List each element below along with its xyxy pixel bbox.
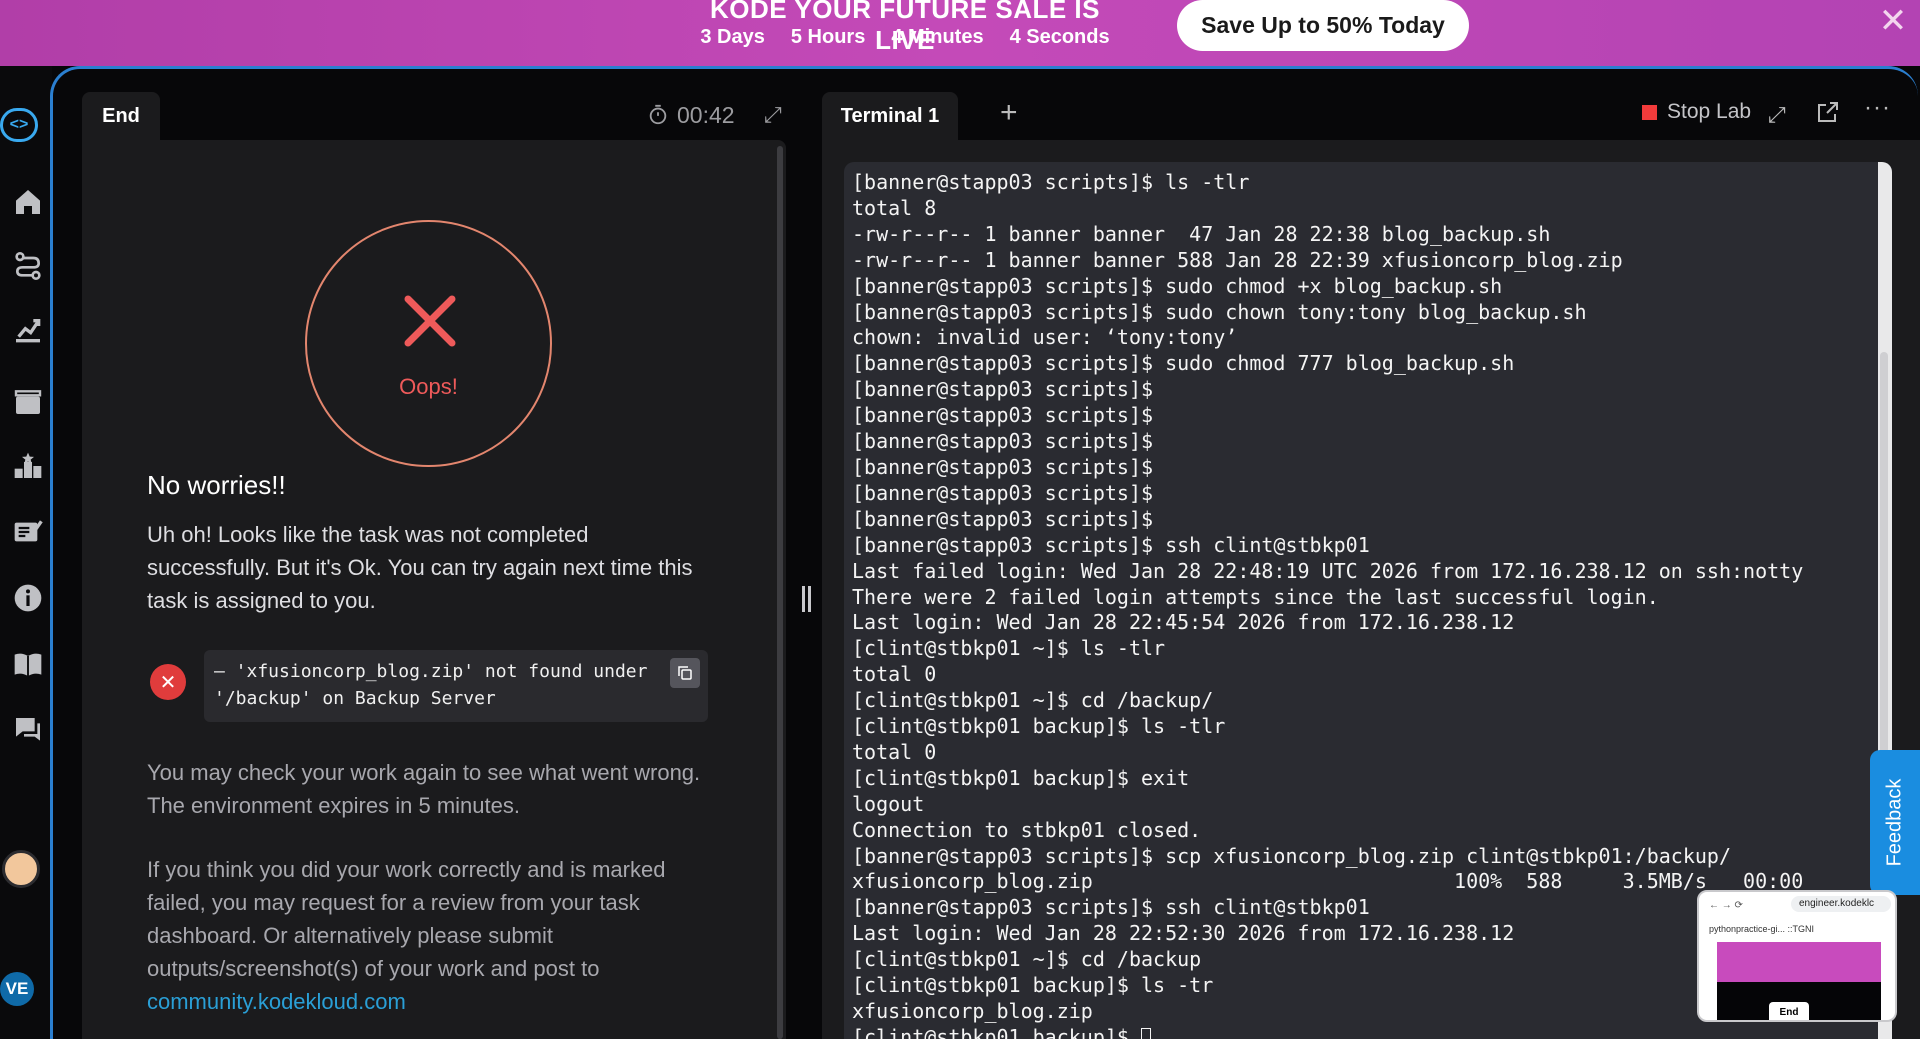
terminal-line: [banner@stapp03 scripts]$ sudo chown ton… — [852, 299, 1587, 324]
countdown-days: 3 Days — [700, 26, 765, 48]
book-icon[interactable] — [10, 646, 46, 682]
terminal-line: xfusioncorp_blog.zip — [852, 999, 1093, 1023]
tab-end[interactable]: End — [82, 92, 160, 140]
error-message-box: – 'xfusioncorp_blog.zip' not found under… — [204, 650, 708, 722]
copy-icon[interactable] — [670, 658, 700, 688]
feedback-button[interactable]: Feedback — [1870, 750, 1920, 895]
close-icon[interactable]: ✕ — [1876, 4, 1910, 38]
terminal-line: Last failed login: Wed Jan 28 22:48:19 U… — [852, 558, 1804, 583]
stop-lab-label: Stop Lab — [1667, 100, 1752, 123]
terminal-line: [clint@stbkp01 backup]$ exit — [852, 765, 1190, 790]
terminal-line: [banner@stapp03 scripts]$ — [852, 506, 1154, 531]
terminal-line: [clint@stbkp01 backup]$ — [852, 1025, 1803, 1039]
review-text: If you think you did your work correctly… — [147, 853, 707, 1018]
fail-x-icon — [404, 295, 456, 347]
terminal-line: [banner@stapp03 scripts]$ sudo chmod +x … — [852, 273, 1503, 298]
notes-icon[interactable] — [10, 514, 46, 550]
stopwatch-icon — [649, 104, 667, 125]
leaderboard-icon[interactable] — [10, 448, 46, 484]
left-scrollbar[interactable] — [777, 146, 783, 1039]
check-again-text: You may check your work again to see wha… — [147, 760, 701, 818]
timer: 00:42 — [647, 100, 735, 130]
terminal-line: [banner@stapp03 scripts]$ — [852, 480, 1154, 505]
error-item: ✕ – 'xfusioncorp_blog.zip' not found und… — [150, 650, 710, 722]
terminal-line: xfusioncorp_blog.zip 100% 588 3.5MB/s 00… — [852, 869, 1804, 894]
terminal-line: [banner@stapp03 scripts]$ sudo chmod 777… — [852, 351, 1515, 376]
promo-banner: KODE YOUR FUTURE SALE IS LIVE 3 Days 5 H… — [0, 0, 1920, 66]
progress-icon[interactable] — [10, 312, 46, 348]
stop-lab-button[interactable]: Stop Lab — [1642, 100, 1751, 124]
terminal-line: Last login: Wed Jan 28 22:52:30 2026 fro… — [852, 921, 1515, 946]
terminal-line: [banner@stapp03 scripts]$ scp xfusioncor… — [852, 843, 1731, 868]
terminal-line: [clint@stbkp01 backup]$ ls -tr — [852, 973, 1214, 998]
countdown-seconds: 4 Seconds — [1009, 26, 1110, 48]
terminal-line: [banner@stapp03 scripts]$ ssh clint@stbk… — [852, 895, 1370, 920]
terminal-line: [banner@stapp03 scripts]$ ssh clint@stbk… — [852, 532, 1370, 557]
browser-bookmarks: pythonpractice-gi... ::TGNI — [1709, 924, 1815, 934]
code-logo-icon[interactable]: <> — [0, 108, 38, 142]
terminal-line: [banner@stapp03 scripts]$ — [852, 454, 1154, 479]
add-tab-button[interactable]: + — [1000, 96, 1018, 130]
terminal-line: [clint@stbkp01 ~]$ cd /backup/ — [852, 688, 1214, 713]
more-options-icon[interactable]: ··· — [1864, 94, 1891, 122]
community-link[interactable]: community.kodekloud.com — [147, 989, 406, 1014]
result-message: Uh oh! Looks like the task was not compl… — [147, 522, 693, 613]
terminal-line: [clint@stbkp01 ~]$ cd /backup — [852, 947, 1202, 972]
thumbnail-banner — [1717, 942, 1881, 982]
review-text-body: If you think you did your work correctly… — [147, 857, 666, 981]
promo-countdown: 3 Days 5 Hours 4 Minutes 4 Seconds — [690, 26, 1120, 49]
terminal-line: -rw-r--r-- 1 banner banner 588 Jan 28 22… — [852, 247, 1623, 272]
terminal-line: There were 2 failed login attempts since… — [852, 584, 1659, 609]
thumbnail-end-tab: End — [1769, 1002, 1809, 1020]
terminal-line: [clint@stbkp01 ~]$ ls -tlr — [852, 636, 1166, 661]
terminal-output[interactable]: [banner@stapp03 scripts]$ ls -tlr total 8… — [852, 170, 1803, 1039]
terminal-line: chown: invalid user: ‘tony:tony’ — [852, 325, 1238, 350]
panel-splitter-handle[interactable] — [800, 586, 812, 612]
terminal-line: total 0 — [852, 739, 937, 764]
chat-icon[interactable] — [10, 712, 46, 748]
tab-terminal-1[interactable]: Terminal 1 — [822, 92, 958, 140]
terminal-line: -rw-r--r-- 1 banner banner 47 Jan 28 22:… — [852, 221, 1551, 246]
path-icon[interactable] — [10, 248, 46, 284]
terminal-line: [banner@stapp03 scripts]$ ls -tlr — [852, 170, 1250, 194]
terminal-line: [banner@stapp03 scripts]$ — [852, 403, 1154, 428]
user-initials-badge[interactable]: VE — [0, 972, 34, 1006]
terminal-line: total 0 — [852, 662, 937, 687]
oops-circle: Oops! — [305, 220, 552, 467]
terminal-line: total 8 — [852, 195, 937, 220]
expand-icon[interactable]: ⤢ — [764, 102, 782, 128]
terminal-line: [banner@stapp03 scripts]$ — [852, 377, 1154, 402]
avatar[interactable] — [2, 850, 40, 888]
error-line-1: – 'xfusioncorp_blog.zip' not found under — [214, 661, 648, 682]
error-line-2: '/backup' on Backup Server — [214, 688, 496, 709]
promo-cta-button[interactable]: Save Up to 50% Today — [1177, 0, 1469, 51]
terminal-line: logout — [852, 791, 925, 816]
stop-square-icon — [1642, 104, 1657, 120]
terminal-cursor — [1140, 1028, 1151, 1039]
terminal-line: Last login: Wed Jan 28 22:45:54 2026 fro… — [852, 610, 1515, 635]
terminal-line: Connection to stbkp01 closed. — [852, 817, 1202, 842]
video-icon[interactable] — [10, 384, 46, 420]
terminal-line: [banner@stapp03 scripts]$ — [852, 429, 1154, 454]
countdown-hours: 5 Hours — [790, 26, 866, 48]
oops-label: Oops! — [399, 374, 458, 399]
browser-url: engineer.kodeklc — [1791, 896, 1891, 912]
timer-value: 00:42 — [677, 101, 735, 128]
home-icon[interactable] — [10, 184, 46, 220]
open-in-new-icon[interactable] — [1816, 100, 1840, 124]
feedback-label: Feedback — [1883, 778, 1906, 867]
fullscreen-icon[interactable]: ⤢ — [1768, 102, 1786, 128]
info-icon[interactable] — [10, 580, 46, 616]
browser-thumbnail[interactable]: ← → ⟳ engineer.kodeklc pythonpractice-gi… — [1697, 890, 1897, 1022]
browser-nav-icons: ← → ⟳ — [1709, 900, 1743, 911]
result-heading: No worries!! — [147, 470, 286, 500]
terminal-line: [clint@stbkp01 backup]$ ls -tlr — [852, 714, 1226, 739]
countdown-minutes: 4 Minutes — [891, 26, 984, 48]
error-x-icon: ✕ — [150, 664, 186, 700]
